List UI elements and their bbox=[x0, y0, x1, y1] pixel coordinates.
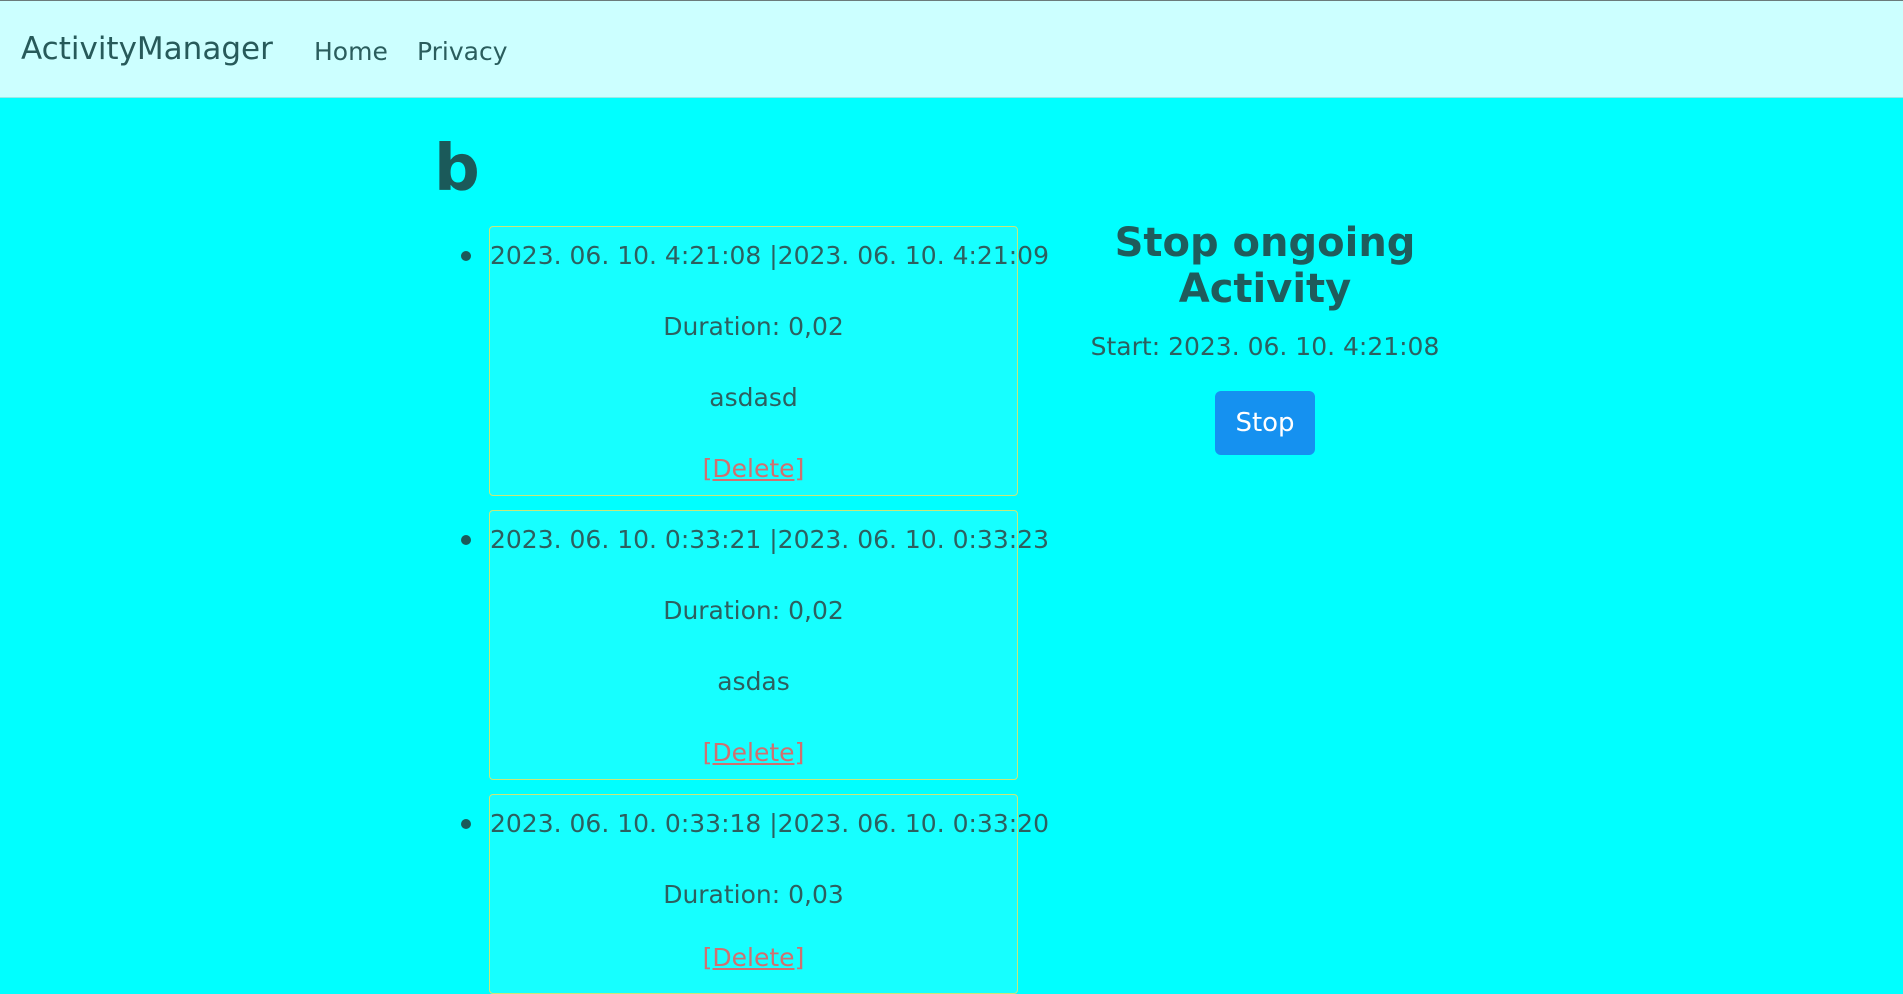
activity-card: 2023. 06. 10. 0:33:21 |2023. 06. 10. 0:3… bbox=[489, 510, 1049, 780]
nav-link-privacy[interactable]: Privacy bbox=[417, 37, 508, 66]
brand-logo[interactable]: ActivityManager bbox=[21, 31, 273, 67]
activity-time-range: 2023. 06. 10. 0:33:18 |2023. 06. 10. 0:3… bbox=[490, 809, 1049, 838]
delete-link[interactable]: [Delete] bbox=[703, 454, 805, 483]
ongoing-start-time: Start: 2023. 06. 10. 4:21:08 bbox=[1090, 332, 1440, 361]
activity-card: 2023. 06. 10. 4:21:08 |2023. 06. 10. 4:2… bbox=[489, 226, 1049, 496]
activity-name: asdas bbox=[717, 667, 790, 696]
stop-activity-panel: Stop ongoing Activity Start: 2023. 06. 1… bbox=[1030, 220, 1500, 455]
bullet-icon bbox=[461, 251, 471, 261]
delete-link[interactable]: [Delete] bbox=[703, 738, 805, 767]
nav-link-home[interactable]: Home bbox=[314, 37, 388, 66]
stop-activity-heading: Stop ongoing Activity bbox=[1114, 220, 1416, 312]
activity-name: asdasd bbox=[709, 383, 798, 412]
activity-time-range: 2023. 06. 10. 4:21:08 |2023. 06. 10. 4:2… bbox=[490, 241, 1049, 270]
page-title: b bbox=[434, 132, 480, 206]
activity-duration: Duration: 0,02 bbox=[663, 312, 844, 341]
activity-duration: Duration: 0,02 bbox=[663, 596, 844, 625]
activity-card: 2023. 06. 10. 0:33:18 |2023. 06. 10. 0:3… bbox=[489, 794, 1049, 994]
bullet-icon bbox=[461, 535, 471, 545]
bullet-icon bbox=[461, 819, 471, 829]
navbar: ActivityManager Home Privacy bbox=[0, 0, 1903, 98]
activity-time-range: 2023. 06. 10. 0:33:21 |2023. 06. 10. 0:3… bbox=[490, 525, 1049, 554]
stop-button[interactable]: Stop bbox=[1215, 391, 1315, 455]
activity-duration: Duration: 0,03 bbox=[663, 880, 844, 909]
